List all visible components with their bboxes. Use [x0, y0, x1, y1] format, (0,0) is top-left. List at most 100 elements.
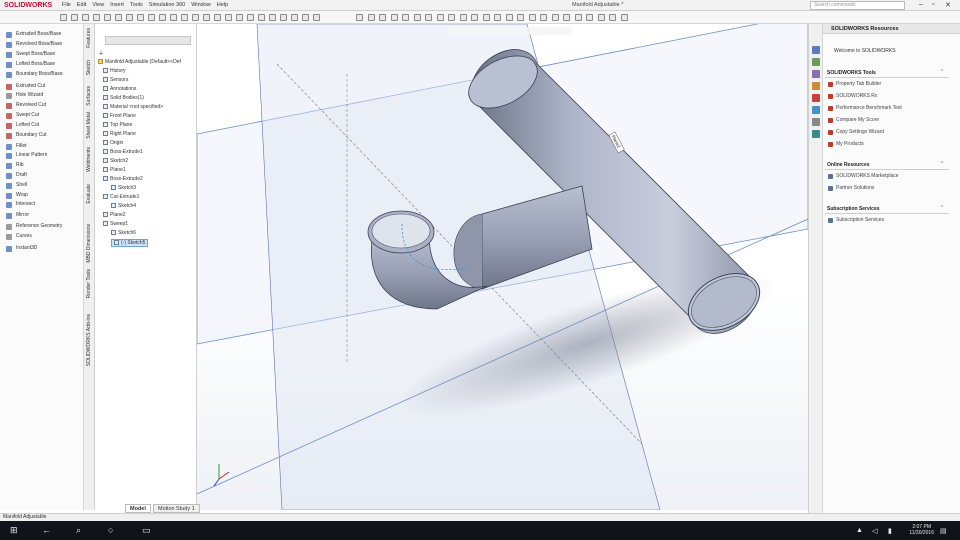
menu-item[interactable]: Tools	[130, 2, 143, 8]
toolbar-icon[interactable]	[148, 14, 155, 21]
vertical-tab[interactable]: Render Tools	[86, 269, 94, 298]
close-icon[interactable]: ✕	[945, 1, 951, 9]
resource-link[interactable]: SOLIDWORKS Rx	[836, 93, 877, 99]
toolbar-icon[interactable]	[137, 14, 144, 21]
vertical-tab[interactable]: Evaluate	[86, 184, 94, 203]
task-pane-tab-icon[interactable]	[812, 106, 820, 114]
toolbar-icon[interactable]	[528, 14, 536, 21]
toolbar-icon[interactable]	[225, 14, 232, 21]
vertical-tab[interactable]: MBD Dimensions	[86, 224, 94, 263]
task-pane-tabs[interactable]	[809, 24, 823, 513]
toolbar-icon[interactable]	[82, 14, 89, 21]
vertical-tab[interactable]: Sketch	[86, 60, 94, 75]
toolbar-icon[interactable]	[494, 14, 501, 21]
search-icon[interactable]: ⌕	[76, 525, 81, 536]
tree-item[interactable]: Plane1	[103, 167, 126, 173]
notifications-icon[interactable]: ▤	[940, 527, 947, 535]
welcome-link[interactable]: Welcome to SOLIDWORKS	[834, 48, 896, 54]
resource-link[interactable]: Compare My Score	[836, 117, 879, 123]
task-pane-tab-icon[interactable]	[812, 46, 820, 54]
toolbar-icon[interactable]	[563, 14, 570, 21]
task-view-icon[interactable]: ▭	[142, 525, 151, 536]
tree-item[interactable]: Front Plane	[103, 113, 136, 119]
toolbar-icon[interactable]	[448, 14, 455, 21]
toolbar-icon[interactable]	[540, 14, 547, 21]
resource-link[interactable]: Property Tab Builder	[836, 81, 881, 87]
vertical-tab[interactable]: Surfaces	[86, 86, 94, 106]
battery-icon[interactable]: ▮	[888, 527, 892, 535]
feature-command[interactable]: Lofted Cut	[16, 122, 39, 128]
menu-item[interactable]: Edit	[77, 2, 86, 8]
tree-item[interactable]: Sketch2	[103, 158, 128, 164]
toolbar-icon[interactable]	[390, 14, 398, 21]
windows-start-icon[interactable]: ⊞	[10, 525, 18, 536]
toolbar-icon[interactable]	[291, 14, 298, 21]
vertical-tab[interactable]: Sheet Metal	[86, 112, 94, 139]
feature-command[interactable]: Intersect	[16, 201, 35, 207]
task-pane-tab-icon[interactable]	[812, 94, 820, 102]
back-icon[interactable]: ←	[42, 525, 51, 535]
tab-motion-study[interactable]: Motion Study 1	[153, 504, 200, 513]
toolbar-icon[interactable]	[425, 14, 432, 21]
toolbar-icon[interactable]	[356, 14, 363, 21]
toolbar-icon[interactable]	[93, 14, 100, 21]
tree-item[interactable]: Sweep1	[103, 221, 128, 227]
toolbar-icon[interactable]	[586, 14, 593, 21]
feature-command[interactable]: Swept Boss/Base	[16, 51, 55, 57]
search-input[interactable]: Search commands	[810, 1, 905, 10]
vertical-tab[interactable]: Weldments	[86, 147, 94, 172]
feature-command[interactable]: Shell	[16, 182, 27, 188]
tree-root[interactable]: Manifold Adjustable (Default<<Def	[98, 59, 181, 65]
tree-item[interactable]: Sketch4	[111, 203, 136, 209]
toolbar-icon[interactable]	[620, 14, 628, 21]
volume-icon[interactable]: ◁	[872, 527, 877, 535]
feature-command[interactable]: Swept Cut	[16, 112, 39, 118]
tree-item[interactable]: Boss-Extrude2	[103, 176, 143, 182]
resource-link[interactable]: Performance Benchmark Test	[836, 105, 902, 111]
minimize-icon[interactable]: –	[919, 1, 923, 8]
toolbar-icon[interactable]	[181, 14, 188, 21]
tree-item[interactable]: Sketch3	[111, 185, 136, 191]
tree-item[interactable]: Material <not specified>	[103, 104, 163, 110]
toolbar-icon[interactable]	[517, 14, 524, 21]
resource-link[interactable]: Copy Settings Wizard	[836, 129, 884, 135]
feature-command[interactable]: Draft	[16, 172, 27, 178]
vertical-tab[interactable]: Features	[86, 28, 94, 48]
toolbar-icon[interactable]	[379, 14, 386, 21]
network-icon[interactable]: ▲	[856, 527, 863, 534]
feature-command[interactable]: Rib	[16, 162, 24, 168]
toolbar-icon[interactable]	[170, 14, 177, 21]
feature-command[interactable]: Linear Pattern	[16, 152, 47, 158]
tree-item[interactable]: Cut-Extrude1	[103, 194, 139, 200]
toolbar-icon[interactable]	[436, 14, 444, 21]
feature-command[interactable]: Revolved Boss/Base	[16, 41, 62, 47]
collapse-icon[interactable]: ⌃	[940, 69, 944, 75]
task-pane-tab-icon[interactable]	[812, 82, 820, 90]
toolbar-icon[interactable]	[471, 14, 478, 21]
tree-item[interactable]: Top Plane	[103, 122, 132, 128]
toolbar-icon[interactable]	[574, 14, 582, 21]
toolbar-icon[interactable]	[482, 14, 490, 21]
toolbar-icon[interactable]	[459, 14, 467, 21]
tree-item[interactable]: History	[103, 68, 126, 74]
toolbar-icon[interactable]	[505, 14, 513, 21]
menu-item[interactable]: Help	[217, 2, 228, 8]
toolbar-icon[interactable]	[413, 14, 421, 21]
resource-section-title[interactable]: Online Resources	[827, 162, 870, 168]
feature-command[interactable]: Extruded Cut	[16, 83, 45, 89]
toolbar-icon[interactable]	[247, 14, 254, 21]
tree-item[interactable]: Solid Bodies(1)	[103, 95, 144, 101]
menu-item[interactable]: Window	[191, 2, 211, 8]
feature-command[interactable]: Curves	[16, 233, 32, 239]
toolbar-icon[interactable]	[313, 14, 320, 21]
clock[interactable]: 2:07 PM 11/30/2016	[909, 524, 934, 536]
tree-item[interactable]: Annotations	[103, 86, 136, 92]
toolbar-icon[interactable]	[551, 14, 559, 21]
tree-item[interactable]: Sensors	[103, 77, 128, 83]
toolbar-icon[interactable]	[192, 14, 199, 21]
cortana-icon[interactable]: ○	[108, 525, 113, 535]
tree-item[interactable]: Right Plane	[103, 131, 136, 137]
feature-command[interactable]: Hole Wizard	[16, 92, 43, 98]
toolbar-icon[interactable]	[402, 14, 409, 21]
toolbar-icon[interactable]	[280, 14, 287, 21]
